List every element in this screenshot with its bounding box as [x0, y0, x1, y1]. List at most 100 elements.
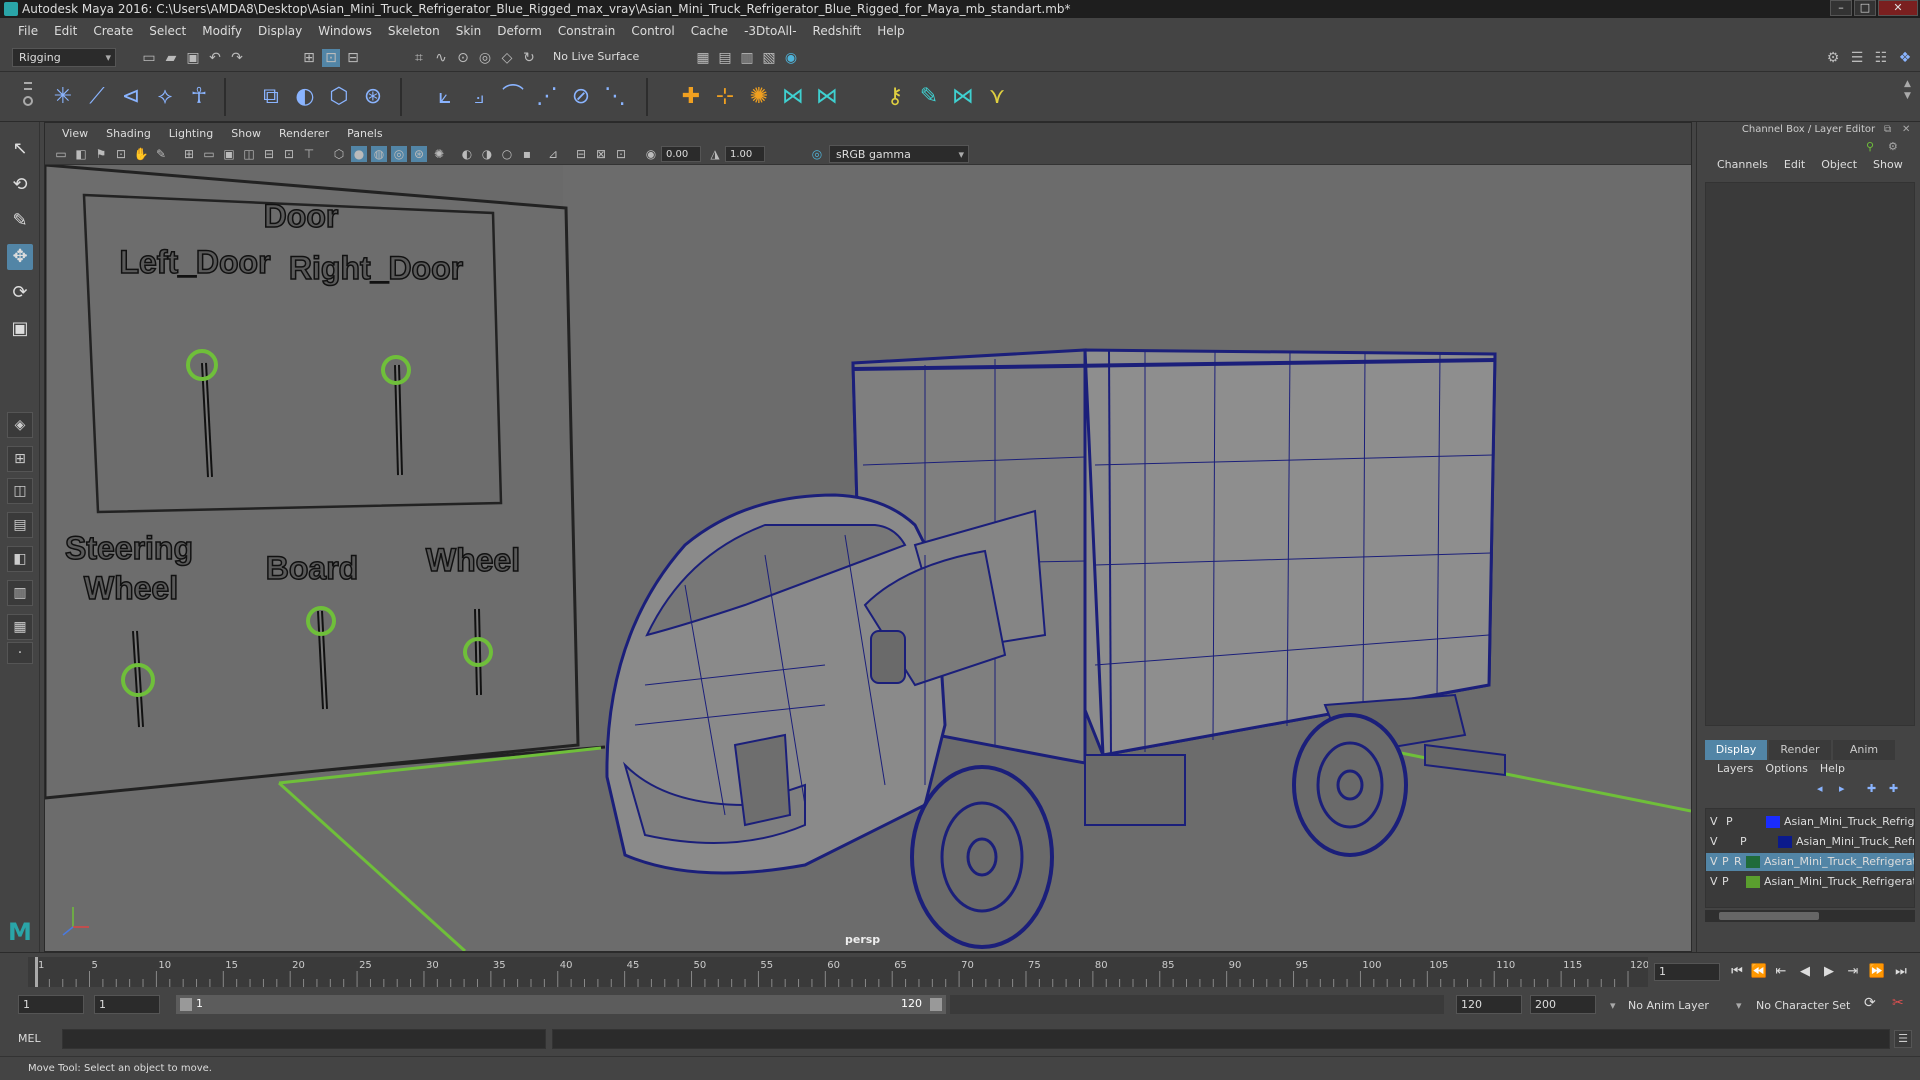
point-constraint-icon[interactable]: ✚ [676, 82, 706, 112]
side-by-side-layout-button[interactable]: ◫ [7, 478, 33, 504]
animation-prefs-icon[interactable]: ✂ [1892, 995, 1904, 1011]
set-driven-key-icon[interactable]: ⚷ [880, 82, 910, 112]
range-start-handle[interactable] [180, 998, 192, 1011]
wireframe-on-shaded-icon[interactable]: ◍ [371, 146, 387, 162]
hik-icon[interactable]: ⋈ [948, 82, 978, 112]
exposure-field[interactable]: 0.00 [661, 146, 701, 162]
use-all-lights-icon[interactable]: ⊛ [411, 146, 427, 162]
isolate-select-icon[interactable]: ⊿ [545, 146, 561, 162]
wireframe-icon[interactable]: ⬡ [331, 146, 347, 162]
wrap-deformer-icon[interactable]: ⋱ [600, 82, 630, 112]
scene-3d-view[interactable]: Door Left_Door Right_Door Steering Wheel… [45, 165, 1691, 951]
menu-deform[interactable]: Deform [489, 24, 550, 38]
shelf-tabs[interactable] [20, 72, 36, 122]
tab-anim[interactable]: Anim [1833, 740, 1895, 760]
script-language-toggle[interactable]: MEL [18, 1032, 58, 1045]
paint-weights-icon[interactable]: ◐ [290, 82, 320, 112]
cb-menu-edit[interactable]: Edit [1776, 158, 1813, 176]
quick-rig-icon[interactable]: ☥ [184, 82, 214, 112]
bind-skin-icon[interactable]: ⧉ [256, 82, 286, 112]
live-surface-label[interactable]: No Live Surface [553, 50, 639, 63]
truck-model[interactable] [605, 348, 1506, 949]
panel-menu-shading[interactable]: Shading [97, 127, 160, 140]
layer-playback-toggle[interactable]: P [1726, 815, 1738, 828]
layer-visibility-toggle[interactable]: V [1710, 875, 1722, 888]
layer-color-swatch[interactable] [1766, 816, 1780, 828]
minimize-button[interactable]: – [1830, 0, 1852, 16]
auto-key-icon[interactable]: ⟳ [1864, 995, 1876, 1011]
graph-editor-layout-button[interactable]: ▦ [7, 614, 33, 640]
perspective-viewport[interactable]: View Shading Lighting Show Renderer Pane… [44, 122, 1692, 952]
safe-action-icon[interactable]: ⊡ [281, 146, 297, 162]
menu-control[interactable]: Control [623, 24, 682, 38]
panel-menu-lighting[interactable]: Lighting [160, 127, 222, 140]
menu-skeleton[interactable]: Skeleton [380, 24, 448, 38]
layer-visibility-toggle[interactable]: V [1710, 855, 1722, 868]
layer-name[interactable]: Asian_Mini_Truck_Refrigerator [1784, 815, 1914, 828]
layer-name[interactable]: Asian_Mini_Truck_Refrigerator [1764, 855, 1914, 868]
current-time-indicator[interactable] [35, 957, 38, 987]
layer-reference-toggle[interactable]: R [1734, 855, 1746, 868]
menu-select[interactable]: Select [141, 24, 194, 38]
pose-icon[interactable]: ⋎ [982, 82, 1012, 112]
grid-toggle-icon[interactable]: ⊞ [181, 146, 197, 162]
gamma-icon[interactable]: ◮ [707, 146, 723, 162]
aim-constraint-icon[interactable]: ⊹ [710, 82, 740, 112]
cb-menu-channels[interactable]: Channels [1709, 158, 1776, 176]
cb-menu-object[interactable]: Object [1813, 158, 1865, 176]
pole-constraint-icon[interactable]: ⋈ [812, 82, 842, 112]
snap-reset-icon[interactable]: ↻ [520, 49, 538, 67]
layer-row-selected[interactable]: V P R Asian_Mini_Truck_Refrigerator [1706, 853, 1914, 871]
save-scene-icon[interactable]: ▣ [184, 49, 202, 67]
xray-joints-icon[interactable]: ⊠ [593, 146, 609, 162]
menu-file[interactable]: File [10, 24, 46, 38]
snap-surface-icon[interactable]: ◇ [498, 49, 516, 67]
time-slider-track[interactable]: 1 5 10 15 20 25 30 35 40 45 50 55 60 65 70 75 80 85 90 95 10… [28, 957, 1648, 987]
layer-list-scrollbar[interactable] [1705, 910, 1915, 922]
float-panel-icon[interactable]: ⧉ [1884, 124, 1896, 136]
paint-select-icon[interactable]: ✎ [7, 208, 33, 234]
ik-handle-icon[interactable]: ⟀ [430, 82, 460, 112]
step-back-key-icon[interactable]: ⇤ [1772, 962, 1790, 982]
modeling-toolkit-icon[interactable]: ⚙ [1824, 49, 1842, 67]
tab-display[interactable]: Display [1705, 740, 1767, 760]
current-frame-field[interactable]: 1 [1654, 963, 1720, 981]
film-gate-icon[interactable]: ▭ [201, 146, 217, 162]
go-to-end-icon[interactable]: ⏭ [1892, 962, 1910, 982]
menu-windows[interactable]: Windows [310, 24, 380, 38]
close-panel-icon[interactable]: ✕ [1902, 124, 1914, 136]
select-hierarchy-icon[interactable]: ⊞ [300, 49, 318, 67]
gate-mask-icon[interactable]: ◫ [241, 146, 257, 162]
menu-skin[interactable]: Skin [448, 24, 490, 38]
camera-attributes-icon[interactable]: ◧ [73, 146, 89, 162]
anim-layer-dropdown[interactable]: No Anim Layer [1628, 999, 1709, 1012]
tab-render[interactable]: Render [1769, 740, 1831, 760]
character-set-dropdown[interactable]: No Character Set [1756, 999, 1850, 1012]
persp-outliner-layout-button[interactable]: ◧ [7, 546, 33, 572]
menu-create[interactable]: Create [85, 24, 141, 38]
ik-spline-icon[interactable]: ⟓ [464, 82, 494, 112]
create-joints-icon[interactable]: ✳ [48, 82, 78, 112]
animation-start-field[interactable]: 1 [18, 995, 84, 1014]
image-plane-icon[interactable]: ⊡ [113, 146, 129, 162]
play-backwards-icon[interactable]: ◀ [1796, 962, 1814, 982]
new-layer-icon[interactable]: ✚ [1889, 782, 1898, 795]
layer-playback-toggle[interactable]: P [1722, 875, 1734, 888]
maximize-button[interactable]: □ [1854, 0, 1876, 16]
channel-box-toggle-icon[interactable]: ❖ [1896, 49, 1914, 67]
le-menu-options[interactable]: Options [1759, 762, 1813, 780]
move-layer-down-icon[interactable]: ▸ [1839, 782, 1845, 795]
le-menu-layers[interactable]: Layers [1711, 762, 1759, 780]
new-scene-icon[interactable]: ▭ [140, 49, 158, 67]
snap-grid-icon[interactable]: ⌗ [410, 49, 428, 67]
mirror-joint-icon[interactable]: ⊲ [116, 82, 146, 112]
gamma-field[interactable]: 1.00 [725, 146, 765, 162]
redo-icon[interactable]: ↷ [228, 49, 246, 67]
shadows-icon[interactable]: ✺ [431, 146, 447, 162]
ipr-render-icon[interactable]: ▥ [738, 49, 756, 67]
snap-point-icon[interactable]: ⊙ [454, 49, 472, 67]
step-forward-key-icon[interactable]: ⇥ [1844, 962, 1862, 982]
camera-select-icon[interactable]: ▭ [53, 146, 69, 162]
xray-components-icon[interactable]: ⊡ [613, 146, 629, 162]
move-tool-icon[interactable]: ✥ [7, 244, 33, 270]
